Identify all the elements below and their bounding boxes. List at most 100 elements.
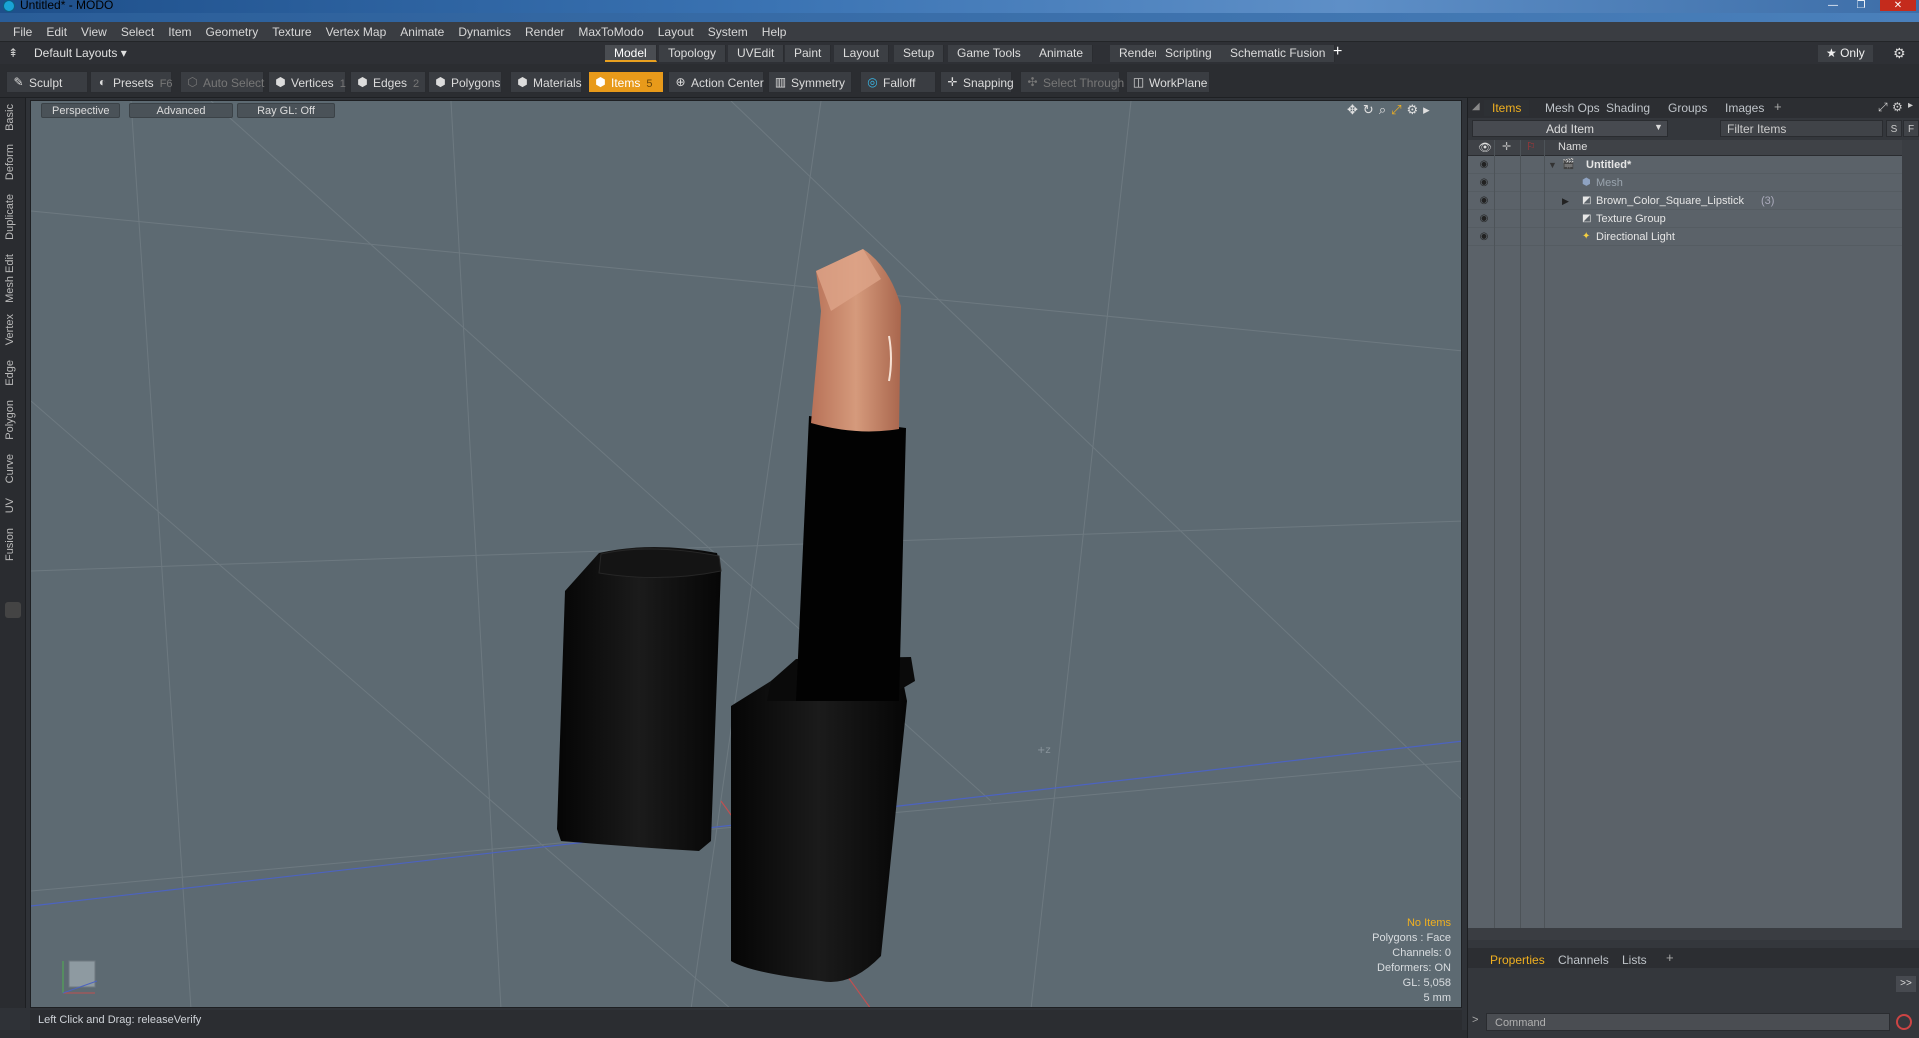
view-settings-icon[interactable]: ⚙ bbox=[1407, 102, 1424, 117]
tab-paint[interactable]: Paint bbox=[785, 45, 832, 62]
tab-images[interactable]: Images bbox=[1717, 100, 1772, 116]
tab-basic[interactable]: Basic bbox=[4, 104, 22, 131]
add-item-button[interactable]: Add Item bbox=[1472, 120, 1668, 137]
tab-deform[interactable]: Deform bbox=[4, 144, 22, 180]
move-view-icon[interactable]: ✥ bbox=[1347, 102, 1363, 117]
default-layouts-dropdown[interactable]: Default Layouts ▾ bbox=[34, 46, 127, 60]
list-item[interactable]: ◉ ▼ 🎬 Untitled* bbox=[1468, 156, 1902, 174]
menu-view[interactable]: View bbox=[74, 25, 114, 39]
command-input[interactable]: Command bbox=[1486, 1013, 1890, 1031]
maximize-view-icon[interactable]: ⤢ bbox=[1391, 102, 1406, 117]
list-item[interactable]: ◉ ✦ Directional Light bbox=[1468, 228, 1902, 246]
eye-icon[interactable]: ◉ bbox=[1478, 174, 1490, 192]
only-toggle[interactable]: ★ Only bbox=[1818, 45, 1873, 62]
panel-expand-icon[interactable]: ⤢ bbox=[1878, 100, 1888, 115]
menu-file[interactable]: File bbox=[6, 25, 39, 39]
add-item-dropdown-icon[interactable]: ▼ bbox=[1654, 122, 1663, 132]
edges-button[interactable]: ⬢ Edges 2 bbox=[350, 71, 426, 93]
materials-button[interactable]: ⬢ Materials bbox=[510, 71, 582, 93]
tab-groups[interactable]: Groups bbox=[1660, 100, 1715, 116]
vertices-button[interactable]: ⬢ Vertices 1 bbox=[268, 71, 346, 93]
filter-items-input[interactable]: Filter Items bbox=[1720, 120, 1883, 137]
tab-polygon[interactable]: Polygon bbox=[4, 400, 22, 440]
menu-texture[interactable]: Texture bbox=[265, 25, 318, 39]
tab-curve[interactable]: Curve bbox=[4, 454, 22, 483]
expand-arrow-icon[interactable]: ▼ bbox=[1548, 156, 1557, 174]
tab-animate[interactable]: Animate bbox=[1030, 45, 1094, 62]
tab-uvedit[interactable]: UVEdit bbox=[728, 45, 785, 62]
sculpt-button[interactable]: ✎ Sculpt bbox=[6, 71, 88, 93]
list-item[interactable]: ◉ ▶ ◩ Brown_Color_Square_Lipstick (3) bbox=[1468, 192, 1902, 210]
symmetry-button[interactable]: ▥ Symmetry bbox=[768, 71, 852, 93]
tab-setup[interactable]: Setup bbox=[894, 45, 945, 62]
tab-edge[interactable]: Edge bbox=[4, 360, 22, 386]
tab-channels[interactable]: Channels bbox=[1550, 953, 1617, 968]
tab-uv[interactable]: UV bbox=[4, 498, 22, 513]
tab-shading[interactable]: Shading bbox=[1598, 100, 1658, 116]
eye-icon[interactable]: ◉ bbox=[1478, 228, 1490, 246]
tab-items[interactable]: Items bbox=[1484, 100, 1530, 116]
add-panel-tab-icon[interactable]: + bbox=[1774, 99, 1782, 114]
zoom-view-icon[interactable]: ⌕ bbox=[1379, 102, 1391, 117]
menu-system[interactable]: System bbox=[701, 25, 755, 39]
action-center-button[interactable]: ⊕ Action Center bbox=[668, 71, 764, 93]
menu-animate[interactable]: Animate bbox=[393, 25, 451, 39]
add-tab-icon[interactable]: + bbox=[1333, 43, 1342, 61]
tab-lists[interactable]: Lists bbox=[1614, 953, 1655, 968]
menu-help[interactable]: Help bbox=[755, 25, 794, 39]
layout-pin-icon[interactable]: ⇞ bbox=[8, 46, 18, 60]
menu-select[interactable]: Select bbox=[114, 25, 161, 39]
eye-icon[interactable]: ◉ bbox=[1478, 210, 1490, 228]
expand-properties-button[interactable]: >> bbox=[1896, 976, 1916, 992]
tab-vertex[interactable]: Vertex bbox=[4, 314, 22, 345]
falloff-button[interactable]: ◎ Falloff bbox=[860, 71, 936, 93]
snapping-button[interactable]: ✛ Snapping bbox=[940, 71, 1014, 93]
menu-layout[interactable]: Layout bbox=[651, 25, 701, 39]
tab-topology[interactable]: Topology bbox=[659, 45, 727, 62]
horizontal-scrollbar[interactable] bbox=[1468, 928, 1919, 940]
menu-maxtomodo[interactable]: MaxToModo bbox=[571, 25, 650, 39]
panel-arrow-icon[interactable]: ▸ bbox=[1908, 100, 1913, 111]
tab-scripting[interactable]: Scripting bbox=[1156, 45, 1222, 62]
rotate-view-icon[interactable]: ↻ bbox=[1363, 102, 1379, 117]
gear-icon[interactable]: ⚙ bbox=[1893, 45, 1906, 62]
panel-toggle-button[interactable] bbox=[5, 602, 21, 618]
menu-edit[interactable]: Edit bbox=[39, 25, 74, 39]
tab-game-tools[interactable]: Game Tools bbox=[948, 45, 1031, 62]
menu-geometry[interactable]: Geometry bbox=[199, 25, 266, 39]
workplane-button[interactable]: ◫ WorkPlane bbox=[1126, 71, 1210, 93]
tab-fusion[interactable]: Fusion bbox=[4, 528, 22, 561]
list-item[interactable]: ◉ ⬢ Mesh bbox=[1468, 174, 1902, 192]
presets-button[interactable]: ◐ Presets F6 bbox=[90, 71, 173, 93]
menu-render[interactable]: Render bbox=[518, 25, 571, 39]
select-through-button[interactable]: ✣ Select Through bbox=[1020, 71, 1124, 93]
maximize-button[interactable]: ❐ bbox=[1848, 0, 1874, 11]
tab-schematic-fusion[interactable]: Schematic Fusion bbox=[1221, 45, 1336, 62]
perspective-dropdown[interactable]: Perspective bbox=[41, 103, 121, 118]
filter-f-button[interactable]: F bbox=[1903, 120, 1919, 137]
tab-model[interactable]: Model bbox=[605, 45, 657, 62]
menu-vertex-map[interactable]: Vertex Map bbox=[319, 25, 394, 39]
view-menu-icon[interactable]: ▸ bbox=[1423, 102, 1435, 117]
3d-viewport[interactable]: +z Perspective Advanced Ray GL: Off ✥↻⌕⤢… bbox=[30, 100, 1462, 1008]
close-button[interactable]: ✕ bbox=[1880, 0, 1916, 11]
collapse-arrow-icon[interactable]: ▶ bbox=[1562, 192, 1569, 210]
polygons-button[interactable]: ⬢ Polygons bbox=[428, 71, 502, 93]
auto-select-button[interactable]: ⬡ Auto Select bbox=[180, 71, 264, 93]
vertical-scrollbar[interactable] bbox=[1902, 140, 1919, 928]
menu-item[interactable]: Item bbox=[161, 25, 198, 39]
tab-properties[interactable]: Properties bbox=[1482, 953, 1553, 968]
eye-icon[interactable]: ◉ bbox=[1478, 192, 1490, 210]
eye-icon[interactable]: ◉ bbox=[1478, 156, 1490, 174]
record-icon[interactable] bbox=[1896, 1014, 1912, 1030]
list-item[interactable]: ◉ ◩ Texture Group bbox=[1468, 210, 1902, 228]
panel-gear-icon[interactable]: ⚙ bbox=[1892, 100, 1903, 114]
ray-gl-dropdown[interactable]: Ray GL: Off bbox=[237, 103, 335, 118]
filter-s-button[interactable]: S bbox=[1886, 120, 1902, 137]
add-properties-tab-icon[interactable]: + bbox=[1666, 950, 1674, 965]
tab-mesh-edit[interactable]: Mesh Edit bbox=[4, 254, 22, 303]
items-button[interactable]: ⬢ Items 5 bbox=[588, 71, 664, 93]
shading-dropdown[interactable]: Advanced bbox=[129, 103, 233, 118]
tab-duplicate[interactable]: Duplicate bbox=[4, 194, 22, 240]
minimize-button[interactable]: — bbox=[1820, 0, 1846, 11]
